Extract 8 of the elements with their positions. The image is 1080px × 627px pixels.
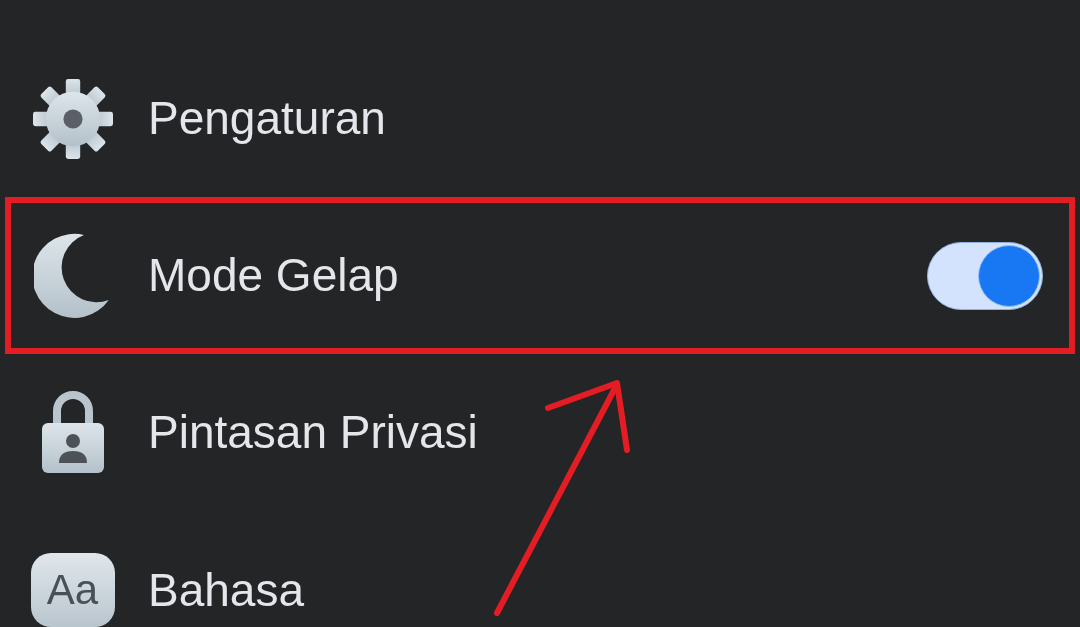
menu-item-label[interactable]: Pengaturan	[148, 92, 386, 145]
font-icon: Aa	[30, 553, 115, 627]
menu-item-label[interactable]: Pintasan Privasi	[148, 406, 478, 459]
gear-icon	[32, 78, 113, 159]
lock-person-icon	[39, 390, 106, 475]
moon-icon	[34, 232, 111, 319]
menu-item-label[interactable]: Mode Gelap	[148, 249, 399, 302]
menu-item-label[interactable]: Bahasa	[148, 564, 304, 627]
